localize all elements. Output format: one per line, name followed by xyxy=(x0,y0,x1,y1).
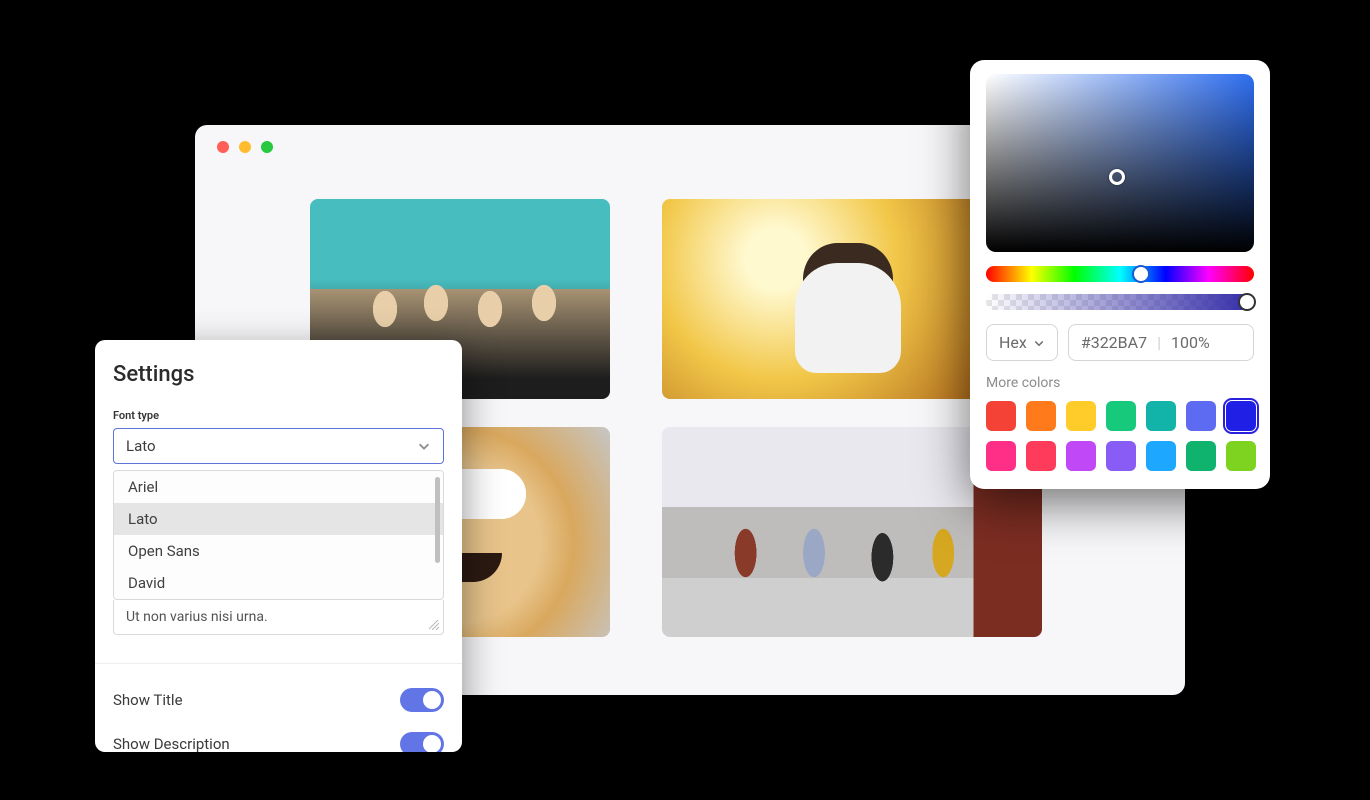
show-title-label: Show Title xyxy=(113,691,183,709)
divider xyxy=(95,663,462,664)
more-colors-label: More colors xyxy=(986,375,1254,391)
color-swatch[interactable] xyxy=(1066,401,1096,431)
show-description-toggle[interactable] xyxy=(400,732,444,752)
font-option[interactable]: Open Sans xyxy=(114,535,443,567)
hex-value: #322BA7 xyxy=(1081,333,1147,352)
sv-handle[interactable] xyxy=(1109,169,1125,185)
font-option[interactable]: Ariel xyxy=(114,471,443,503)
color-swatch[interactable] xyxy=(1186,441,1216,471)
font-type-label: Font type xyxy=(113,409,444,422)
font-type-dropdown: Ariel Lato Open Sans David xyxy=(113,470,444,600)
show-title-toggle[interactable] xyxy=(400,688,444,712)
resize-handle-icon[interactable] xyxy=(429,620,439,630)
color-swatch[interactable] xyxy=(1026,401,1056,431)
description-textarea[interactable]: Ut non varius nisi urna. xyxy=(113,600,444,635)
font-type-select[interactable]: Lato xyxy=(113,428,444,464)
color-swatch[interactable] xyxy=(1146,401,1176,431)
settings-title: Settings xyxy=(113,362,444,387)
font-type-selected: Lato xyxy=(126,437,156,455)
picker-inputs: Hex #322BA7 | 100% xyxy=(986,324,1254,361)
color-swatches xyxy=(986,401,1254,471)
color-swatch[interactable] xyxy=(1026,441,1056,471)
chevron-down-icon xyxy=(417,439,431,453)
color-swatch[interactable] xyxy=(1186,401,1216,431)
color-picker-panel: Hex #322BA7 | 100% More colors xyxy=(970,60,1270,489)
color-mode-select[interactable]: Hex xyxy=(986,324,1058,361)
divider: | xyxy=(1157,333,1161,352)
font-option[interactable]: David xyxy=(114,567,443,599)
color-swatch[interactable] xyxy=(1106,441,1136,471)
close-window-dot[interactable] xyxy=(217,141,229,153)
color-mode-label: Hex xyxy=(999,333,1027,352)
color-swatch[interactable] xyxy=(986,441,1016,471)
color-swatch[interactable] xyxy=(986,401,1016,431)
alpha-slider[interactable] xyxy=(986,294,1254,310)
color-swatch[interactable] xyxy=(1066,441,1096,471)
show-title-row: Show Title xyxy=(113,678,444,722)
color-swatch[interactable] xyxy=(1106,401,1136,431)
settings-panel: Settings Font type Lato Ariel Lato Open … xyxy=(95,340,462,752)
saturation-value-area[interactable] xyxy=(986,74,1254,252)
hue-handle[interactable] xyxy=(1132,265,1150,283)
hue-slider[interactable] xyxy=(986,266,1254,282)
alpha-value: 100% xyxy=(1171,333,1210,352)
show-description-label: Show Description xyxy=(113,735,230,752)
chevron-down-icon xyxy=(1033,337,1045,349)
color-swatch[interactable] xyxy=(1226,401,1256,431)
description-text: Ut non varius nisi urna. xyxy=(126,609,268,625)
color-swatch[interactable] xyxy=(1226,441,1256,471)
alpha-handle[interactable] xyxy=(1238,293,1256,311)
minimize-window-dot[interactable] xyxy=(239,141,251,153)
color-swatch[interactable] xyxy=(1146,441,1176,471)
show-description-row: Show Description xyxy=(113,722,444,752)
font-option[interactable]: Lato xyxy=(114,503,443,535)
zoom-window-dot[interactable] xyxy=(261,141,273,153)
hex-input[interactable]: #322BA7 | 100% xyxy=(1068,324,1254,361)
